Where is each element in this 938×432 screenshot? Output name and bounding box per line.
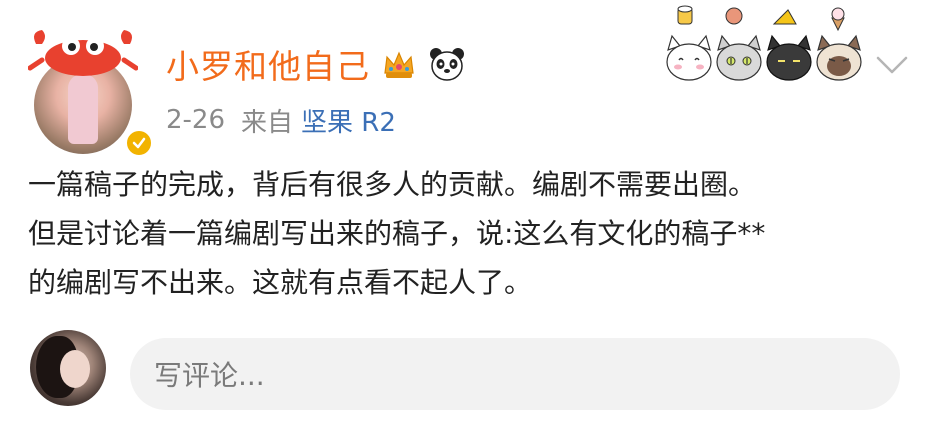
crown-icon [384, 51, 414, 78]
source-device[interactable]: 坚果 R2 [301, 102, 396, 139]
comment-placeholder: 写评论... [154, 359, 265, 392]
post-date: 2-26 [166, 105, 226, 135]
crab-frame-icon [28, 30, 138, 76]
username-row: 小罗和他自己 [166, 40, 466, 88]
avatar-figure [68, 74, 98, 144]
food-icons [677, 5, 845, 32]
post-meta: 2-26 来自 坚果 R2 [166, 100, 396, 140]
comment-input[interactable]: 写评论... [130, 338, 900, 410]
commenter-avatar[interactable] [30, 330, 106, 406]
source-prefix: 来自 [241, 107, 294, 138]
verified-badge-icon [124, 128, 154, 158]
commenter-face [60, 350, 90, 388]
panda-icon [430, 48, 464, 81]
author-avatar[interactable] [28, 26, 154, 158]
post-line: 的编剧写不出来。这就有点看不起人了。 [28, 266, 533, 299]
username[interactable]: 小罗和他自己 [166, 40, 370, 88]
chevron-down-icon[interactable] [872, 50, 912, 80]
post-body: 一篇稿子的完成，背后有很多人的贡献。编剧不需要出圈。 但是讨论着一篇编剧写出来的… [28, 160, 918, 307]
post-line: 一篇稿子的完成，背后有很多人的贡献。编剧不需要出圈。 [28, 168, 757, 201]
cat-stickers [666, 5, 862, 81]
post-line: 但是讨论着一篇编剧写出来的稿子，说:这么有文化的稿子** [28, 217, 766, 250]
